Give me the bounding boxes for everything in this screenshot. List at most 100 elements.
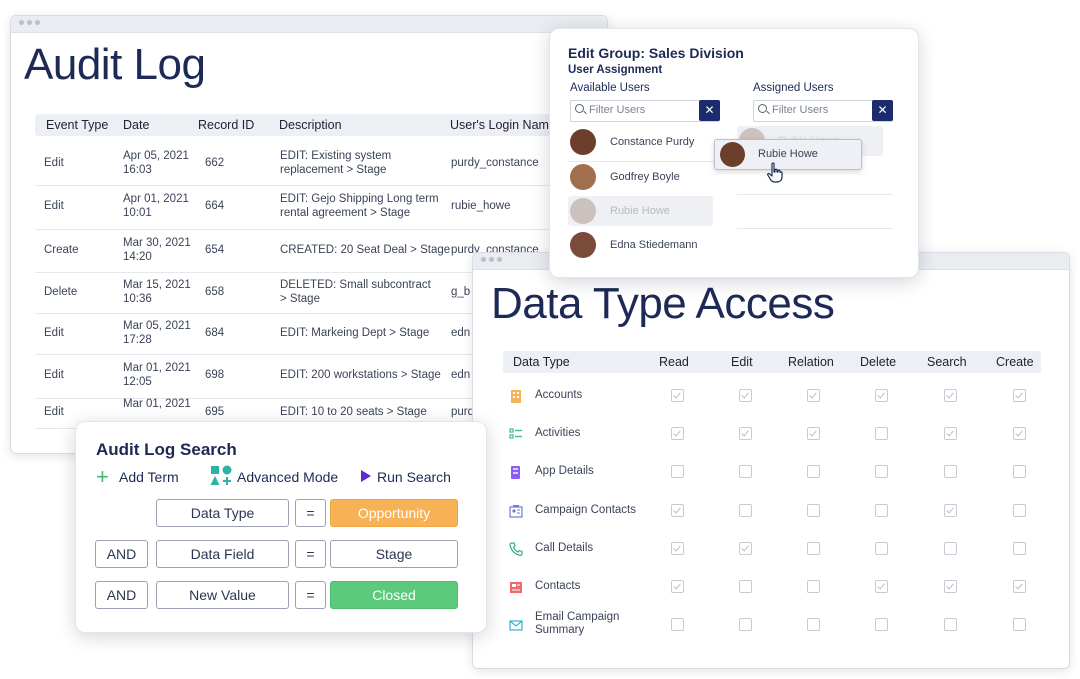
time-cell: 14:20 [123, 251, 152, 263]
available-user-item[interactable]: Godfrey Boyle [568, 161, 718, 195]
term-value-stage[interactable]: Stage [330, 540, 458, 568]
user-name: Edna Stiedemann [610, 239, 698, 251]
checkbox-search[interactable] [944, 389, 957, 402]
checkbox-relation[interactable] [807, 465, 820, 478]
dta-table-row: Email Campaign Summary [503, 606, 1041, 644]
term-and-operator[interactable]: AND [95, 540, 148, 568]
checkbox-read[interactable] [671, 618, 684, 631]
checkbox-edit[interactable] [739, 580, 752, 593]
checkbox-edit[interactable] [739, 542, 752, 555]
assigned-users-label: Assigned Users [753, 82, 834, 94]
date-cell: Mar 01, 2021 [123, 362, 191, 374]
checkbox-delete[interactable] [875, 580, 888, 593]
dta-table-row: Call Details [503, 530, 1041, 568]
user-name: Constance Purdy [610, 136, 695, 148]
term-field-select[interactable]: Data Type [156, 499, 289, 527]
checkbox-relation[interactable] [807, 427, 820, 440]
checkbox-delete[interactable] [875, 427, 888, 440]
filter-placeholder: Filter Users [772, 104, 829, 116]
term-field-select[interactable]: New Value [156, 581, 289, 609]
checkbox-relation[interactable] [807, 389, 820, 402]
available-user-item[interactable]: Edna Stiedemann [568, 229, 718, 263]
term-and-operator[interactable]: AND [95, 581, 148, 609]
checkbox-delete[interactable] [875, 542, 888, 555]
checkbox-read[interactable] [671, 542, 684, 555]
dta-table-row: Campaign Contacts [503, 492, 1041, 530]
data-type-label: Email Campaign [535, 611, 620, 623]
assigned-filter-input[interactable]: Filter Users ✕ [753, 100, 893, 122]
term-equals-operator[interactable]: = [295, 581, 326, 609]
col-event-type[interactable]: Event Type [46, 118, 108, 132]
term-value-closed[interactable]: Closed [330, 581, 458, 609]
clear-filter-button[interactable]: ✕ [872, 100, 893, 121]
play-icon [361, 470, 371, 482]
term-equals-operator[interactable]: = [295, 540, 326, 568]
checkbox-relation[interactable] [807, 504, 820, 517]
record-id-cell: 664 [205, 200, 225, 212]
record-id-cell: 662 [205, 157, 225, 169]
available-user-item[interactable]: Constance Purdy [568, 126, 718, 160]
checkbox-delete[interactable] [875, 504, 888, 517]
checkbox-relation[interactable] [807, 580, 820, 593]
data-type-label: Accounts [535, 389, 583, 401]
checkbox-delete[interactable] [875, 618, 888, 631]
checklist-icon [509, 428, 522, 439]
dta-table-row: App Details [503, 453, 1041, 491]
login-name-cell: rubie_howe [451, 200, 511, 212]
login-name-cell: purd [451, 406, 475, 418]
col-data-type: Data Type [513, 355, 570, 369]
checkbox-edit[interactable] [739, 427, 752, 440]
checkbox-search[interactable] [944, 504, 957, 517]
divider [737, 194, 893, 195]
checkbox-search[interactable] [944, 580, 957, 593]
checkbox-create[interactable] [1013, 504, 1026, 517]
avatar [570, 198, 596, 224]
checkbox-search[interactable] [944, 542, 957, 555]
checkbox-read[interactable] [671, 580, 684, 593]
checkbox-create[interactable] [1013, 427, 1026, 440]
plus-icon: + [96, 464, 109, 489]
checkbox-delete[interactable] [875, 389, 888, 402]
audit-table-row[interactable]: Edit Apr 05, 2021 16:03 662 EDIT: Existing s… [35, 142, 607, 186]
checkbox-read[interactable] [671, 389, 684, 402]
checkbox-relation[interactable] [807, 618, 820, 631]
checkbox-delete[interactable] [875, 465, 888, 478]
description-cell: EDIT: Gejo Shipping Long term [280, 193, 439, 205]
checkbox-read[interactable] [671, 427, 684, 440]
date-cell: Apr 01, 2021 [123, 193, 189, 205]
record-id-cell: 695 [205, 406, 225, 418]
checkbox-edit[interactable] [739, 465, 752, 478]
col-record-id[interactable]: Record ID [198, 118, 254, 132]
checkbox-relation[interactable] [807, 542, 820, 555]
user-name: Rubie Howe [610, 205, 670, 217]
checkbox-create[interactable] [1013, 618, 1026, 631]
checkbox-create[interactable] [1013, 465, 1026, 478]
checkbox-edit[interactable] [739, 618, 752, 631]
term-field-select[interactable]: Data Field [156, 540, 289, 568]
description-cell: CREATED: 20 Seat Deal > Stage [280, 244, 451, 256]
checkbox-search[interactable] [944, 618, 957, 631]
checkbox-edit[interactable] [739, 389, 752, 402]
checkbox-read[interactable] [671, 465, 684, 478]
checkbox-create[interactable] [1013, 542, 1026, 555]
col-date[interactable]: Date [123, 118, 149, 132]
time-cell: 10:01 [123, 207, 152, 219]
checkbox-search[interactable] [944, 427, 957, 440]
checkbox-create[interactable] [1013, 580, 1026, 593]
available-filter-input[interactable]: Filter Users ✕ [570, 100, 720, 122]
audit-table-row[interactable]: Edit Apr 01, 2021 10:01 664 EDIT: Gejo Shipp… [35, 185, 607, 230]
clear-filter-button[interactable]: ✕ [699, 100, 720, 121]
col-description[interactable]: Description [279, 118, 342, 132]
event-type-cell: Edit [44, 369, 64, 381]
dragging-user-card[interactable]: Rubie Howe [714, 139, 862, 170]
checkbox-search[interactable] [944, 465, 957, 478]
term-equals-operator[interactable]: = [295, 499, 326, 527]
col-login-name[interactable]: User's Login Name [450, 118, 556, 132]
term-value-opportunity[interactable]: Opportunity [330, 499, 458, 527]
data-type-label: App Details [535, 465, 594, 477]
checkbox-edit[interactable] [739, 504, 752, 517]
checkbox-read[interactable] [671, 504, 684, 517]
description-cell: EDIT: Markeing Dept > Stage [280, 327, 430, 339]
contacts-icon [509, 505, 523, 518]
checkbox-create[interactable] [1013, 389, 1026, 402]
